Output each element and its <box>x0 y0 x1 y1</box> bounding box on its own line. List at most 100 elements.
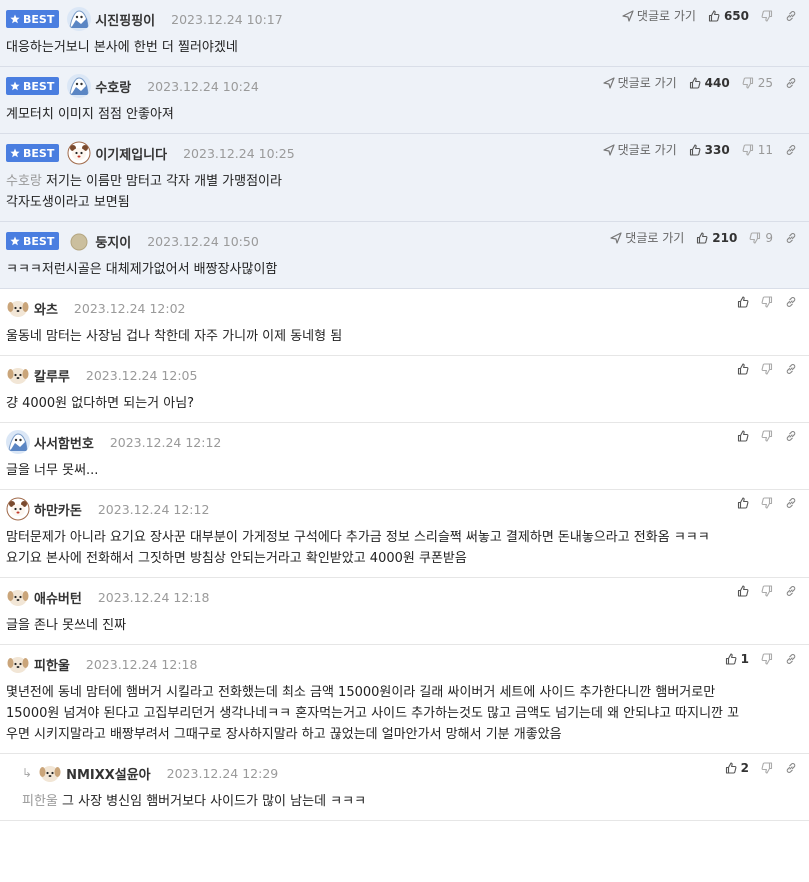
best-label: BEST <box>23 146 55 160</box>
upvote-button[interactable]: 440 <box>689 76 730 90</box>
thumbs-up-icon <box>737 430 749 442</box>
nickname[interactable]: 사서함번호 <box>34 433 94 452</box>
link-icon[interactable] <box>785 296 797 308</box>
comment-header: 와츠 2023.12.24 12:02 <box>6 297 789 319</box>
avatar[interactable] <box>38 761 66 785</box>
avatar[interactable] <box>67 141 95 165</box>
mention[interactable]: 수호랑 <box>6 174 42 189</box>
upvote-count: 440 <box>704 75 730 90</box>
upvote-button[interactable]: 650 <box>708 9 749 23</box>
upvote-button[interactable] <box>737 497 749 509</box>
avatar[interactable] <box>6 652 34 676</box>
upvote-button[interactable]: 210 <box>696 231 737 245</box>
thumbs-down-icon <box>761 497 773 509</box>
comment-actions: 댓글로 가기 650 <box>622 7 797 24</box>
downvote-button[interactable] <box>761 430 773 442</box>
downvote-button[interactable] <box>761 363 773 375</box>
link-icon[interactable] <box>785 497 797 509</box>
avatar[interactable] <box>67 74 95 98</box>
upvote-button[interactable] <box>737 585 749 597</box>
avatar[interactable] <box>6 430 34 454</box>
upvote-button[interactable] <box>737 430 749 442</box>
link-icon[interactable] <box>785 585 797 597</box>
comment-text: 대응하는거보니 본사에 한번 더 찔러야겠네 <box>6 40 238 55</box>
comment-line: 대응하는거보니 본사에 한번 더 찔러야겠네 <box>6 37 789 58</box>
avatar[interactable] <box>6 585 34 609</box>
goto-reply-link[interactable]: 댓글로 가기 <box>603 74 677 91</box>
timestamp: 2023.12.24 12:12 <box>109 434 222 450</box>
downvote-button[interactable] <box>761 762 773 774</box>
goto-reply-link[interactable]: 댓글로 가기 <box>603 141 677 158</box>
goto-reply-link[interactable]: 댓글로 가기 <box>622 7 696 24</box>
best-label: BEST <box>23 234 55 248</box>
nickname[interactable]: 이기제입니다 <box>95 144 167 163</box>
downvote-button[interactable] <box>761 585 773 597</box>
upvote-button[interactable]: 330 <box>689 143 730 157</box>
goto-reply-label: 댓글로 가기 <box>636 9 696 23</box>
avatar[interactable] <box>6 497 34 521</box>
reply-comment: ↳ NMIXX설윤아 2023.12.24 12:29 2 피한울 그 사장 병신임 햄… <box>0 754 809 821</box>
link-icon[interactable] <box>785 430 797 442</box>
downvote-button[interactable]: 11 <box>742 143 773 157</box>
link-icon[interactable] <box>785 762 797 774</box>
mention[interactable]: 피한울 <box>22 794 58 809</box>
comment-line: 글을 너무 못써... <box>6 460 789 481</box>
link-icon[interactable] <box>785 363 797 375</box>
send-icon <box>603 76 615 89</box>
best-label: BEST <box>23 79 55 93</box>
goto-reply-label: 댓글로 가기 <box>617 143 677 157</box>
comment-body: 맘터문제가 아니라 요기요 장사꾼 대부분이 가게정보 구석에다 추가금 정보 … <box>6 527 789 569</box>
upvote-button[interactable] <box>737 363 749 375</box>
send-icon <box>622 9 634 22</box>
downvote-button[interactable] <box>761 9 773 22</box>
comment-actions <box>737 497 797 509</box>
comment-actions <box>737 363 797 375</box>
link-icon[interactable] <box>785 232 797 244</box>
goto-reply-label: 댓글로 가기 <box>617 76 677 90</box>
downvote-button[interactable] <box>761 296 773 308</box>
upvote-count: 2 <box>740 761 749 775</box>
comment: BEST 둥지이 2023.12.24 10:50 댓글로 가기 210 9 ㅋㅋㅋ저런시골… <box>0 222 809 289</box>
thumbs-down-icon <box>761 296 773 308</box>
upvote-button[interactable] <box>737 296 749 308</box>
nickname[interactable]: 시진핑핑이 <box>95 10 155 29</box>
comment-line: 걍 4000원 없다하면 되는거 아님? <box>6 393 789 414</box>
nickname[interactable]: 수호랑 <box>95 77 131 96</box>
link-icon[interactable] <box>785 653 797 665</box>
avatar[interactable] <box>67 7 95 31</box>
comment-line: 우면 시키지말라고 배짱부려서 그때구로 장사하지말라 하고 끊었는데 얼마안가… <box>6 724 789 745</box>
comment-body: 울동네 맘터는 사장님 겁나 착한데 자주 가니까 이제 동네형 됨 <box>6 326 789 347</box>
comment-text: 글을 너무 못써... <box>6 463 99 478</box>
nickname[interactable]: 하만카돈 <box>34 500 82 519</box>
nickname[interactable]: 피한울 <box>34 655 70 674</box>
downvote-button[interactable]: 25 <box>742 76 773 90</box>
goto-reply-link[interactable]: 댓글로 가기 <box>610 229 684 246</box>
link-icon[interactable] <box>785 10 797 22</box>
comment-body: 피한울 그 사장 병신임 햄버거보다 사이드가 많이 남는데 ㅋㅋㅋ <box>22 791 789 812</box>
upvote-button[interactable]: 2 <box>725 761 749 775</box>
comment: 칼루루 2023.12.24 12:05 걍 4000원 없다하면 되는거 아님? <box>0 356 809 423</box>
downvote-button[interactable] <box>761 653 773 665</box>
comment-line: ㅋㅋㅋ저런시골은 대체제가없어서 배짱장사많이함 <box>6 259 789 280</box>
comment-text: 몇년전에 동네 맘터에 햄버거 시킬라고 전화했는데 최소 금액 15000원이… <box>6 685 716 700</box>
comment-body: 걍 4000원 없다하면 되는거 아님? <box>6 393 789 414</box>
nickname[interactable]: 와츠 <box>34 299 58 318</box>
upvote-button[interactable]: 1 <box>725 652 749 666</box>
nickname[interactable]: 애슈버턴 <box>34 588 82 607</box>
link-icon[interactable] <box>785 77 797 89</box>
avatar[interactable] <box>67 229 95 253</box>
link-icon[interactable] <box>785 144 797 156</box>
thumbs-up-icon <box>737 497 749 509</box>
nickname[interactable]: 칼루루 <box>34 366 70 385</box>
thumbs-down-icon <box>742 76 754 89</box>
avatar[interactable] <box>6 363 34 387</box>
comment-actions <box>737 430 797 442</box>
nickname[interactable]: NMIXX설윤아 <box>66 764 151 783</box>
timestamp: 2023.12.24 12:12 <box>97 501 210 517</box>
downvote-button[interactable] <box>761 497 773 509</box>
comment-line: 울동네 맘터는 사장님 겁나 착한데 자주 가니까 이제 동네형 됨 <box>6 326 789 347</box>
downvote-button[interactable]: 9 <box>749 231 773 245</box>
nickname[interactable]: 둥지이 <box>95 232 131 251</box>
comment-header: 애슈버턴 2023.12.24 12:18 <box>6 586 789 608</box>
avatar[interactable] <box>6 296 34 320</box>
